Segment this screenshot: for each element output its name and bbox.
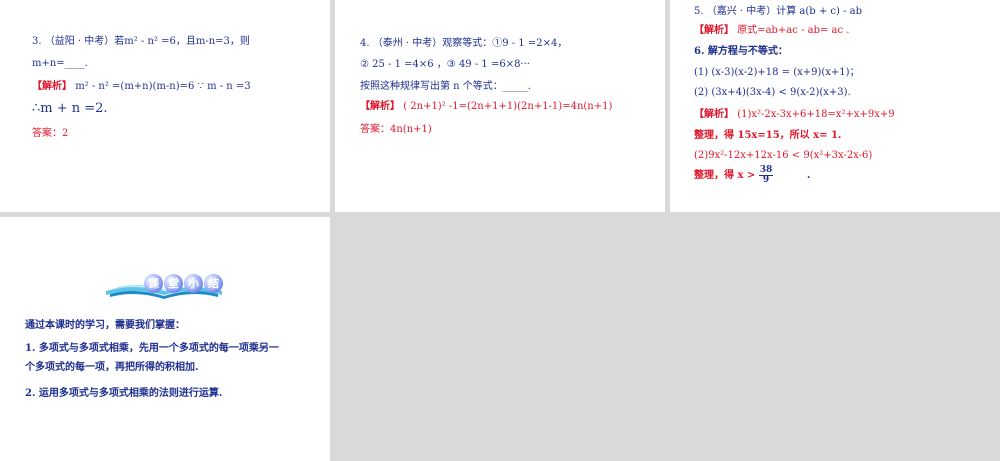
slide-grid: 3. （益阳 · 中考）若m² - n² =6，且m-n=3，则 m+n=___… bbox=[0, 0, 1000, 461]
banner-char-1: 课 bbox=[144, 274, 163, 293]
banner-char-3: 小 bbox=[184, 274, 203, 293]
analysis-tag: 【解析】 bbox=[32, 81, 72, 92]
slide-question-4[interactable]: 4. （泰州 · 中考）观察等式：①9 - 1 =2×4， ② 25 - 1 =… bbox=[335, 0, 665, 212]
fraction-denominator: 9 bbox=[762, 175, 770, 185]
question-3-line1: 3. （益阳 · 中考）若m² - n² =6，且m-n=3，则 bbox=[32, 36, 250, 47]
question-5-analysis: 【解析】 原式=ab+ac - ab= ac . bbox=[694, 25, 849, 37]
question-6-analysis-1: 【解析】 (1)x²-2x-3x+6+18=x²+x+9x+9 bbox=[694, 109, 895, 121]
analysis-text: m² - n² =(m+n)(m-n)=6 ∵ m - n =3 bbox=[75, 81, 251, 92]
question-6-analysis-2: (2)9x²-12x+12x-16 < 9(x²+3x-2x-6) bbox=[694, 150, 873, 161]
summary-intro: 通过本课时的学习，需要我们掌握： bbox=[25, 320, 185, 331]
empty-area bbox=[335, 217, 1000, 461]
result-suffix: . bbox=[806, 170, 811, 181]
summary-point2: 2. 运用多项式与多项式相乘的法则进行运算. bbox=[25, 388, 223, 399]
question-3-conclusion: ∴m + n =2. bbox=[32, 101, 108, 116]
question-4-line3: 按照这种规律写出第 n 个等式：_____. bbox=[360, 81, 531, 92]
analysis-text: (1)x²-2x-3x+6+18=x²+x+9x+9 bbox=[737, 109, 895, 120]
result-prefix: 整理，得 x > bbox=[694, 170, 756, 181]
analysis-tag: 【解析】 bbox=[360, 101, 400, 112]
analysis-text: ( 2n+1)² -1=(2n+1+1)(2n+1-1)=4n(n+1) bbox=[403, 101, 613, 112]
banner-char-2: 堂 bbox=[164, 274, 183, 293]
slide-question-3[interactable]: 3. （益阳 · 中考）若m² - n² =6，且m-n=3，则 m+n=___… bbox=[0, 0, 330, 212]
question-3-answer: 答案：2 bbox=[32, 128, 69, 139]
analysis-tag: 【解析】 bbox=[694, 109, 734, 120]
question-6-part2: (2) (3x+4)(3x-4) < 9(x-2)(x+3). bbox=[694, 87, 851, 98]
analysis-tag: 【解析】 bbox=[694, 25, 734, 36]
question-3-line2: m+n=____. bbox=[32, 58, 88, 69]
summary-point1-line1: 1. 多项式与多项式相乘，先用一个多项式的每一项乘另一 bbox=[25, 343, 279, 354]
question-4-analysis: 【解析】 ( 2n+1)² -1=(2n+1+1)(2n+1-1)=4n(n+1… bbox=[360, 101, 612, 113]
analysis-text: 原式=ab+ac - ab= ac . bbox=[737, 25, 850, 36]
question-6-result-2: 整理，得 x > 38 9 . bbox=[694, 166, 810, 186]
question-6-part1: (1) (x-3)(x-2)+18 = (x+9)(x+1)； bbox=[694, 67, 860, 78]
question-5: 5. （嘉兴 · 中考）计算 a(b + c) - ab bbox=[694, 6, 863, 17]
question-4-line1: 4. （泰州 · 中考）观察等式：①9 - 1 =2×4， bbox=[360, 38, 568, 49]
slide-class-summary[interactable]: 课 堂 小 结 通过本课时的学习，需要我们掌握： 1. 多项式与多项式相乘，先用… bbox=[0, 217, 330, 461]
slide-questions-5-6[interactable]: 5. （嘉兴 · 中考）计算 a(b + c) - ab 【解析】 原式=ab+… bbox=[670, 0, 1000, 212]
question-6-result-1: 整理，得 15x=15，所以 x= 1. bbox=[694, 130, 842, 141]
question-3-analysis: 【解析】 m² - n² =(m+n)(m-n)=6 ∵ m - n =3 bbox=[32, 81, 251, 93]
class-summary-banner: 课 堂 小 结 bbox=[104, 269, 224, 301]
banner-char-4: 结 bbox=[204, 274, 223, 293]
question-4-answer: 答案：4n(n+1) bbox=[360, 124, 432, 135]
question-4-line2: ② 25 - 1 =4×6 ，③ 49 - 1 =6×8··· bbox=[360, 59, 530, 70]
fraction-38-9: 38 9 bbox=[758, 166, 774, 185]
question-6-title: 6. 解方程与不等式： bbox=[694, 46, 788, 57]
summary-point1-line2: 个多项式的每一项，再把所得的积相加. bbox=[25, 362, 199, 373]
